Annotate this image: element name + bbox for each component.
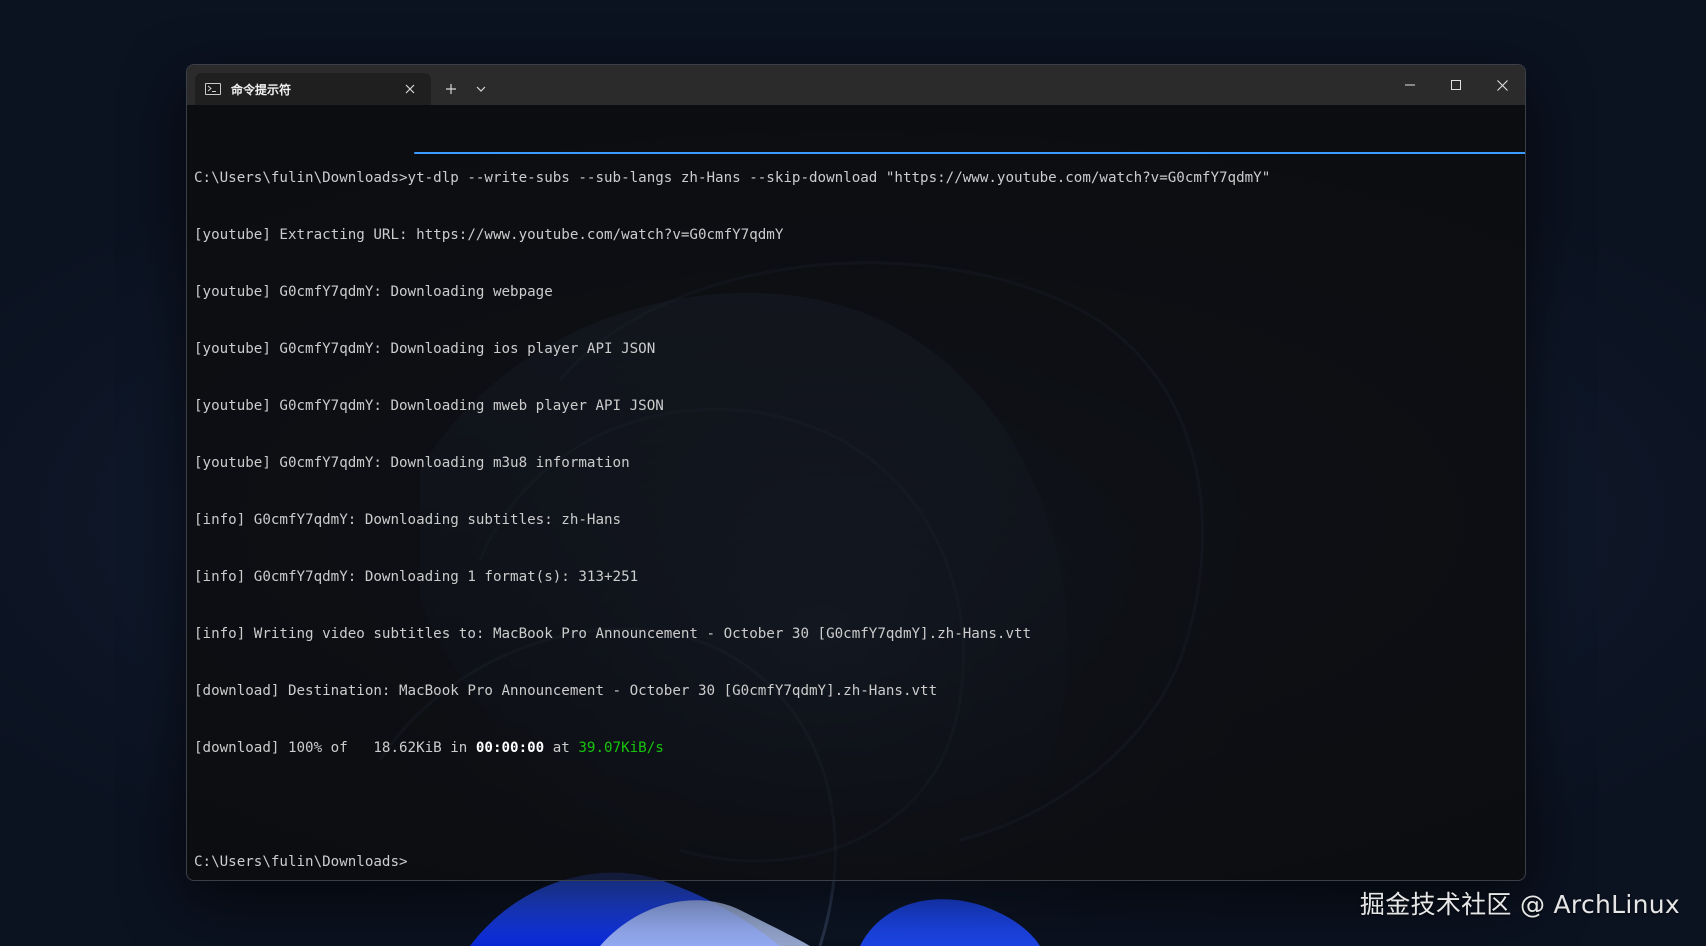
cmd-icon <box>205 83 221 95</box>
output-line: [youtube] G0cmfY7qdmY: Downloading webpa… <box>194 284 553 300</box>
output-line: [info] G0cmfY7qdmY: Downloading subtitle… <box>194 512 622 528</box>
minimize-icon <box>1405 84 1415 86</box>
output-line: [download] Destination: MacBook Pro Anno… <box>194 683 938 699</box>
output-line: [youtube] G0cmfY7qdmY: Downloading mweb … <box>194 398 664 414</box>
output-line: [youtube] G0cmfY7qdmY: Downloading ios p… <box>194 341 656 357</box>
plus-icon <box>446 84 456 94</box>
close-window-button[interactable] <box>1479 65 1525 105</box>
command-highlight-underline <box>414 152 1525 154</box>
terminal-window: 命令提示符 C:\Users\fulin\Downloads>yt-dlp --… <box>186 64 1526 881</box>
close-tab-button[interactable] <box>399 78 421 100</box>
new-tab-button[interactable] <box>439 77 463 101</box>
profile-dropdown-button[interactable] <box>469 77 493 101</box>
command-line: C:\Users\fulin\Downloads>yt-dlp --write-… <box>194 170 1271 186</box>
title-bar[interactable]: 命令提示符 <box>187 65 1525 105</box>
prompt-line: C:\Users\fulin\Downloads> <box>194 854 408 870</box>
chevron-down-icon <box>476 86 486 92</box>
watermark-text: 掘金技术社区 @ ArchLinux <box>1359 890 1680 919</box>
minimize-button[interactable] <box>1387 65 1433 105</box>
elapsed-time: 00:00:00 <box>475 740 545 756</box>
progress-line: [download] 100% of 18.62KiB in 00:00:00 … <box>194 739 1515 758</box>
close-icon <box>405 84 415 94</box>
tab-title: 命令提示符 <box>231 82 292 97</box>
output-line: [youtube] Extracting URL: https://www.yo… <box>194 227 784 243</box>
output-line: [youtube] G0cmfY7qdmY: Downloading m3u8 … <box>194 455 630 471</box>
output-line: [info] Writing video subtitles to: MacBo… <box>194 626 1032 642</box>
download-speed: 39.07KiB/s <box>578 740 664 756</box>
progress-prefix: [download] 100% of 18.62KiB in <box>194 740 476 756</box>
maximize-icon <box>1451 80 1461 90</box>
console-output[interactable]: C:\Users\fulin\Downloads>yt-dlp --write-… <box>194 131 1515 870</box>
output-line: [info] G0cmfY7qdmY: Downloading 1 format… <box>194 569 639 585</box>
progress-middle: at <box>544 740 579 756</box>
maximize-button[interactable] <box>1433 65 1479 105</box>
close-icon <box>1496 79 1508 91</box>
tab-command-prompt[interactable]: 命令提示符 <box>195 73 431 105</box>
